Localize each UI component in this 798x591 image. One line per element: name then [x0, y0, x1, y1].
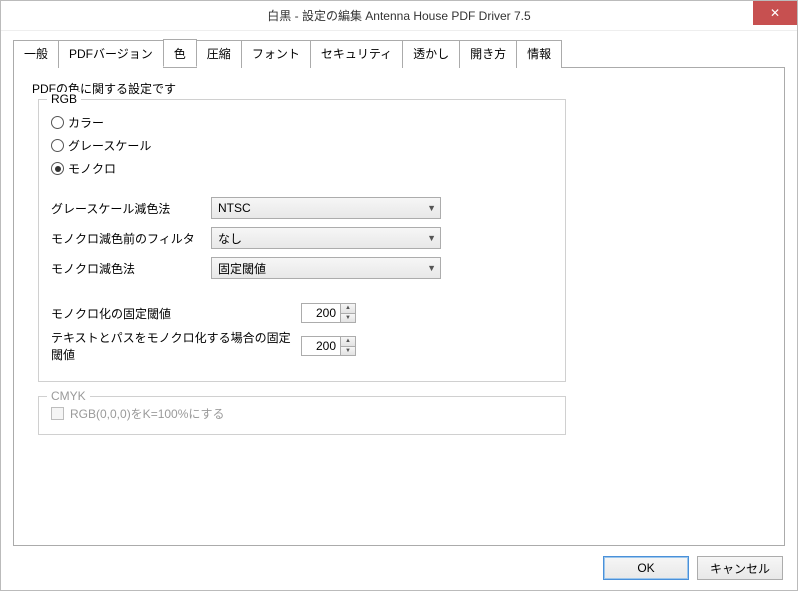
- mono-method-label: モノクロ減色法: [51, 260, 211, 277]
- text-path-threshold-up[interactable]: ▲: [341, 337, 355, 347]
- radio-mono[interactable]: [51, 162, 64, 175]
- mono-method-value: 固定閾値: [218, 260, 266, 277]
- rgb-group: RGB カラー グレースケール モノクロ グレースケール減色法: [38, 99, 566, 382]
- threshold-row: モノクロ化の固定閾値 ▲ ▼: [51, 303, 553, 323]
- cmyk-rgb-to-k-label: RGB(0,0,0)をK=100%にする: [70, 405, 225, 422]
- mono-prefilter-label: モノクロ減色前のフィルタ: [51, 230, 211, 247]
- tab-strip: 一般 PDFバージョン 色 圧縮 フォント セキュリティ 透かし 開き方 情報: [13, 39, 785, 68]
- tab-general[interactable]: 一般: [13, 40, 59, 68]
- mono-method-select[interactable]: 固定閾値 ▼: [211, 257, 441, 279]
- radio-mono-row[interactable]: モノクロ: [51, 160, 553, 177]
- radio-color[interactable]: [51, 116, 64, 129]
- tab-compression[interactable]: 圧縮: [196, 40, 242, 68]
- cmyk-group: CMYK RGB(0,0,0)をK=100%にする: [38, 396, 566, 435]
- grayscale-method-row: グレースケール減色法 NTSC ▼: [51, 197, 553, 219]
- chevron-down-icon: ▼: [427, 203, 436, 213]
- radio-mono-label: モノクロ: [68, 160, 116, 177]
- tab-watermark[interactable]: 透かし: [402, 40, 460, 68]
- mono-method-row: モノクロ減色法 固定閾値 ▼: [51, 257, 553, 279]
- grayscale-method-select[interactable]: NTSC ▼: [211, 197, 441, 219]
- radio-grayscale-label: グレースケール: [68, 137, 151, 154]
- cancel-button[interactable]: キャンセル: [697, 556, 783, 580]
- mono-prefilter-row: モノクロ減色前のフィルタ なし ▼: [51, 227, 553, 249]
- cmyk-checkbox-row: RGB(0,0,0)をK=100%にする: [51, 405, 553, 422]
- text-path-threshold-row: テキストとパスをモノクロ化する場合の固定閾値 ▲ ▼: [51, 329, 553, 363]
- content-area: 一般 PDFバージョン 色 圧縮 フォント セキュリティ 透かし 開き方 情報 …: [1, 31, 797, 546]
- threshold-down[interactable]: ▼: [341, 314, 355, 323]
- threshold-input[interactable]: [302, 304, 340, 322]
- text-path-threshold-down[interactable]: ▼: [341, 347, 355, 356]
- mono-prefilter-value: なし: [218, 230, 242, 247]
- rgb-legend: RGB: [47, 92, 81, 106]
- close-icon: ✕: [770, 6, 780, 20]
- cmyk-rgb-to-k-checkbox: [51, 407, 64, 420]
- radio-color-row[interactable]: カラー: [51, 114, 553, 131]
- radio-color-label: カラー: [68, 114, 104, 131]
- titlebar: 白黒 - 設定の編集 Antenna House PDF Driver 7.5 …: [1, 1, 797, 31]
- text-path-threshold-label: テキストとパスをモノクロ化する場合の固定閾値: [51, 329, 301, 363]
- mono-prefilter-select[interactable]: なし ▼: [211, 227, 441, 249]
- ok-button[interactable]: OK: [603, 556, 689, 580]
- cmyk-legend: CMYK: [47, 389, 90, 403]
- chevron-down-icon: ▼: [427, 233, 436, 243]
- tab-open[interactable]: 開き方: [459, 40, 517, 68]
- close-button[interactable]: ✕: [753, 1, 797, 25]
- intro-text: PDFの色に関する設定です: [32, 80, 766, 97]
- chevron-down-icon: ▼: [427, 263, 436, 273]
- tab-info[interactable]: 情報: [516, 40, 562, 68]
- grayscale-method-value: NTSC: [218, 201, 251, 215]
- threshold-spinner[interactable]: ▲ ▼: [301, 303, 356, 323]
- tab-color[interactable]: 色: [163, 39, 197, 67]
- settings-window: 白黒 - 設定の編集 Antenna House PDF Driver 7.5 …: [0, 0, 798, 591]
- radio-grayscale-row[interactable]: グレースケール: [51, 137, 553, 154]
- radio-grayscale[interactable]: [51, 139, 64, 152]
- tab-panel-color: PDFの色に関する設定です RGB カラー グレースケール モノクロ グ: [13, 68, 785, 546]
- dialog-footer: OK キャンセル: [603, 556, 783, 580]
- tab-font[interactable]: フォント: [241, 40, 311, 68]
- threshold-up[interactable]: ▲: [341, 304, 355, 314]
- tab-pdf-version[interactable]: PDFバージョン: [58, 40, 164, 68]
- grayscale-method-label: グレースケール減色法: [51, 200, 211, 217]
- window-title: 白黒 - 設定の編集 Antenna House PDF Driver 7.5: [267, 7, 530, 24]
- text-path-threshold-input[interactable]: [302, 337, 340, 355]
- threshold-label: モノクロ化の固定閾値: [51, 305, 301, 322]
- text-path-threshold-spinner[interactable]: ▲ ▼: [301, 336, 356, 356]
- tab-security[interactable]: セキュリティ: [310, 40, 403, 68]
